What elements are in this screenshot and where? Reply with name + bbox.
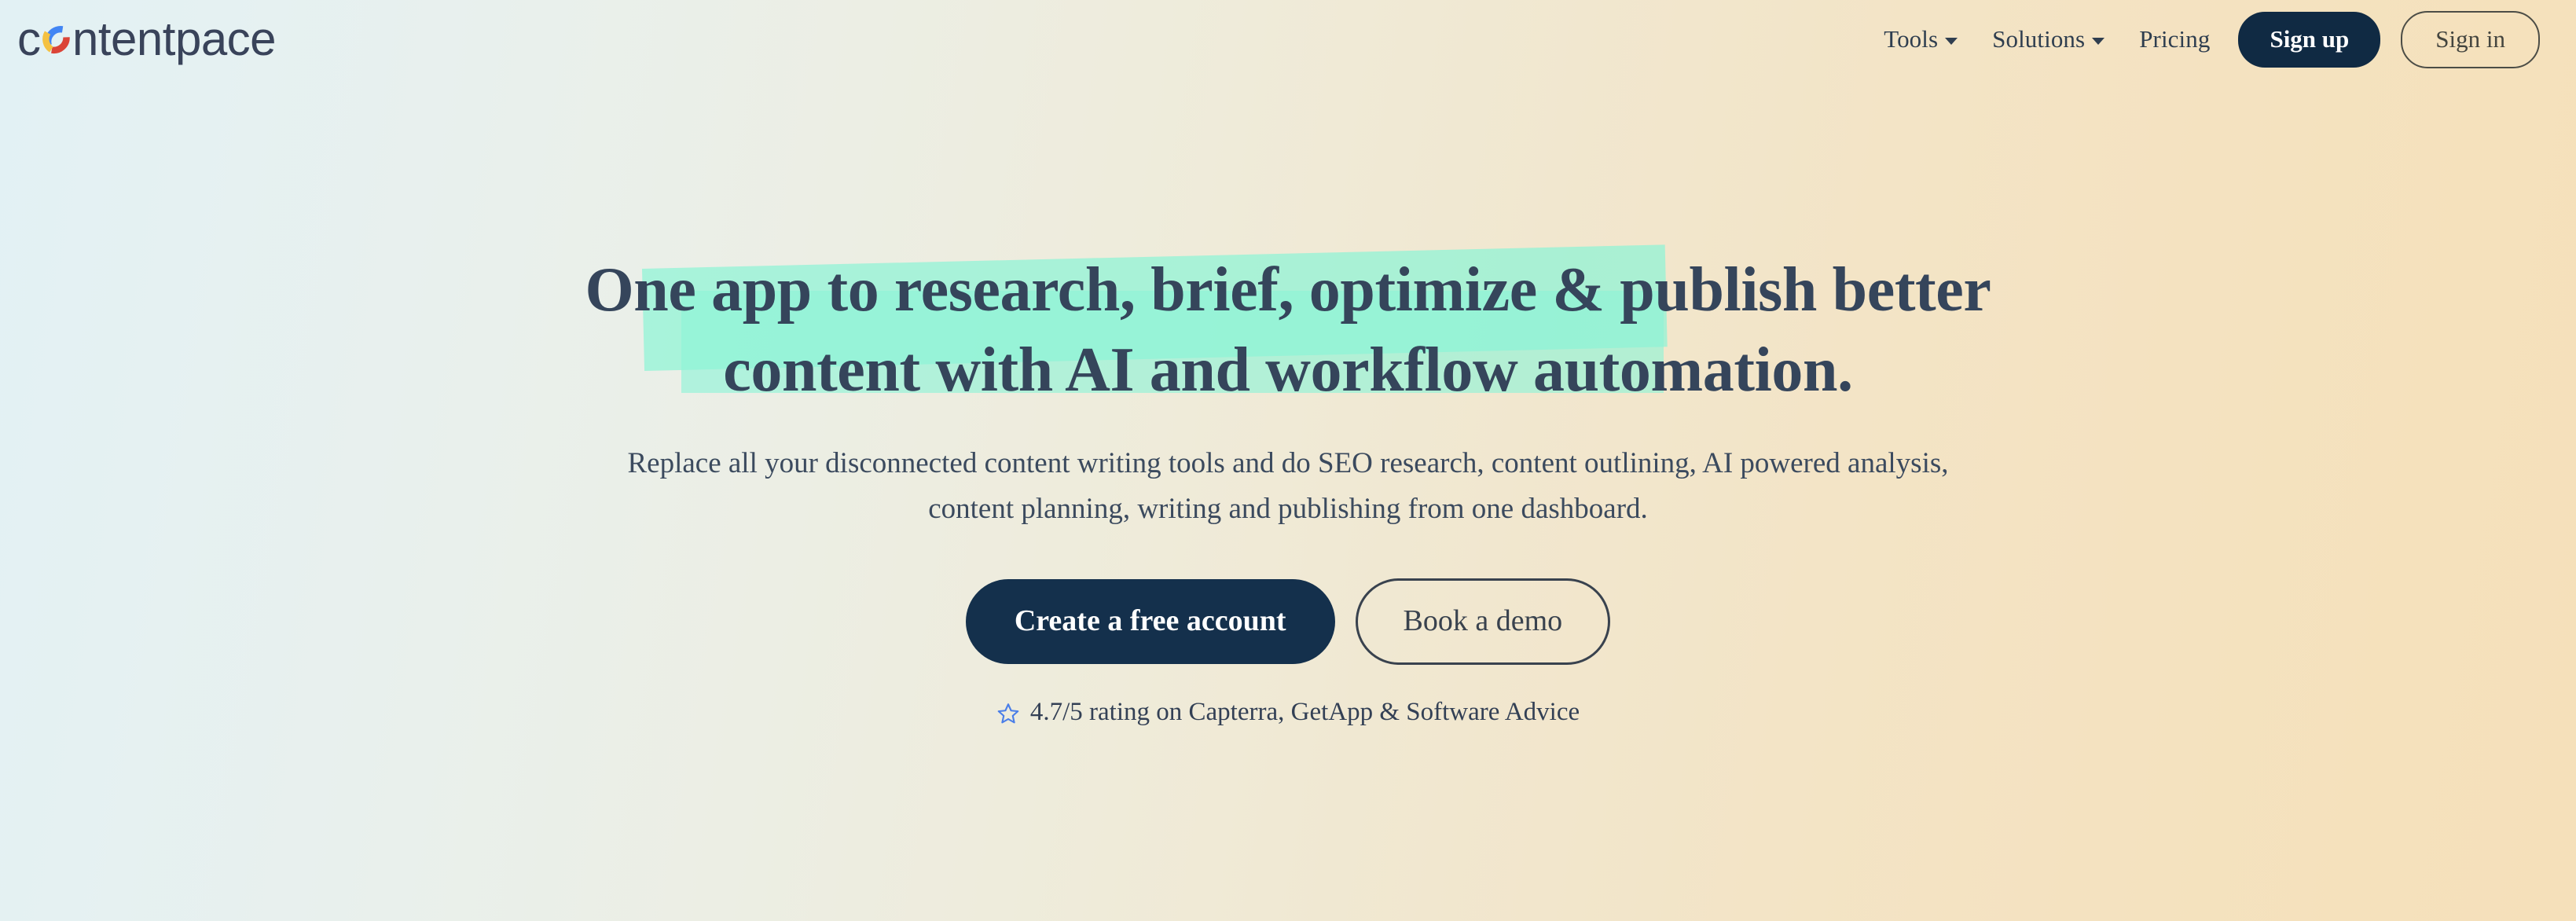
- chevron-down-icon: [2092, 37, 2105, 45]
- nav-item-pricing-label: Pricing: [2139, 25, 2211, 53]
- hero-cta-row: Create a free account Book a demo: [965, 578, 1611, 666]
- hero-subheading: Replace all your disconnected content wr…: [612, 441, 1964, 531]
- contentpace-wordmark-svg: c ntentpace: [17, 17, 277, 65]
- headline-block: One app to research, brief, optimize & p…: [463, 244, 2113, 411]
- chevron-down-icon: [1945, 37, 1958, 45]
- nav-item-tools[interactable]: Tools: [1866, 17, 1975, 61]
- page-title: One app to research, brief, optimize & p…: [463, 250, 2113, 411]
- nav-item-pricing[interactable]: Pricing: [2122, 17, 2227, 61]
- rating-row: 4.7/5 rating on Capterra, GetApp & Softw…: [996, 698, 1580, 727]
- site-header: c ntentpace Tools Solutions Pricing Sign…: [0, 0, 2576, 79]
- sign-in-button[interactable]: Sign in: [2401, 10, 2540, 68]
- nav-item-solutions-label: Solutions: [1992, 25, 2086, 53]
- headline-segment-lead: One app to: [585, 255, 894, 325]
- brand-logo-contentpace[interactable]: c ntentpace: [17, 13, 308, 69]
- headline-line-two: content with AI and workflow automation.: [723, 336, 1853, 405]
- nav-item-solutions[interactable]: Solutions: [1975, 17, 2122, 61]
- headline-segment-highlighted: research, brief, optimize & publish: [894, 255, 1818, 325]
- sign-up-button[interactable]: Sign up: [2238, 11, 2381, 68]
- logo-ring-o-icon: [42, 25, 70, 54]
- main-navigation: Tools Solutions Pricing Sign up Sign in: [1866, 10, 2540, 68]
- rating-text: 4.7/5 rating on Capterra, GetApp & Softw…: [1029, 698, 1580, 727]
- hero-subheading-line-1: Replace all your disconnected content wr…: [627, 446, 1734, 479]
- create-free-account-button[interactable]: Create a free account: [965, 579, 1335, 665]
- star-outline-icon: [996, 702, 1020, 725]
- book-a-demo-button[interactable]: Book a demo: [1355, 578, 1611, 666]
- logo-letters-ntentpace-text: ntentpace: [72, 17, 276, 65]
- hero-section: One app to research, brief, optimize & p…: [0, 0, 2576, 921]
- headline-segment-tail: better: [1817, 255, 1991, 325]
- nav-item-tools-label: Tools: [1884, 25, 1939, 53]
- logo-letter-c-text: c: [17, 17, 41, 65]
